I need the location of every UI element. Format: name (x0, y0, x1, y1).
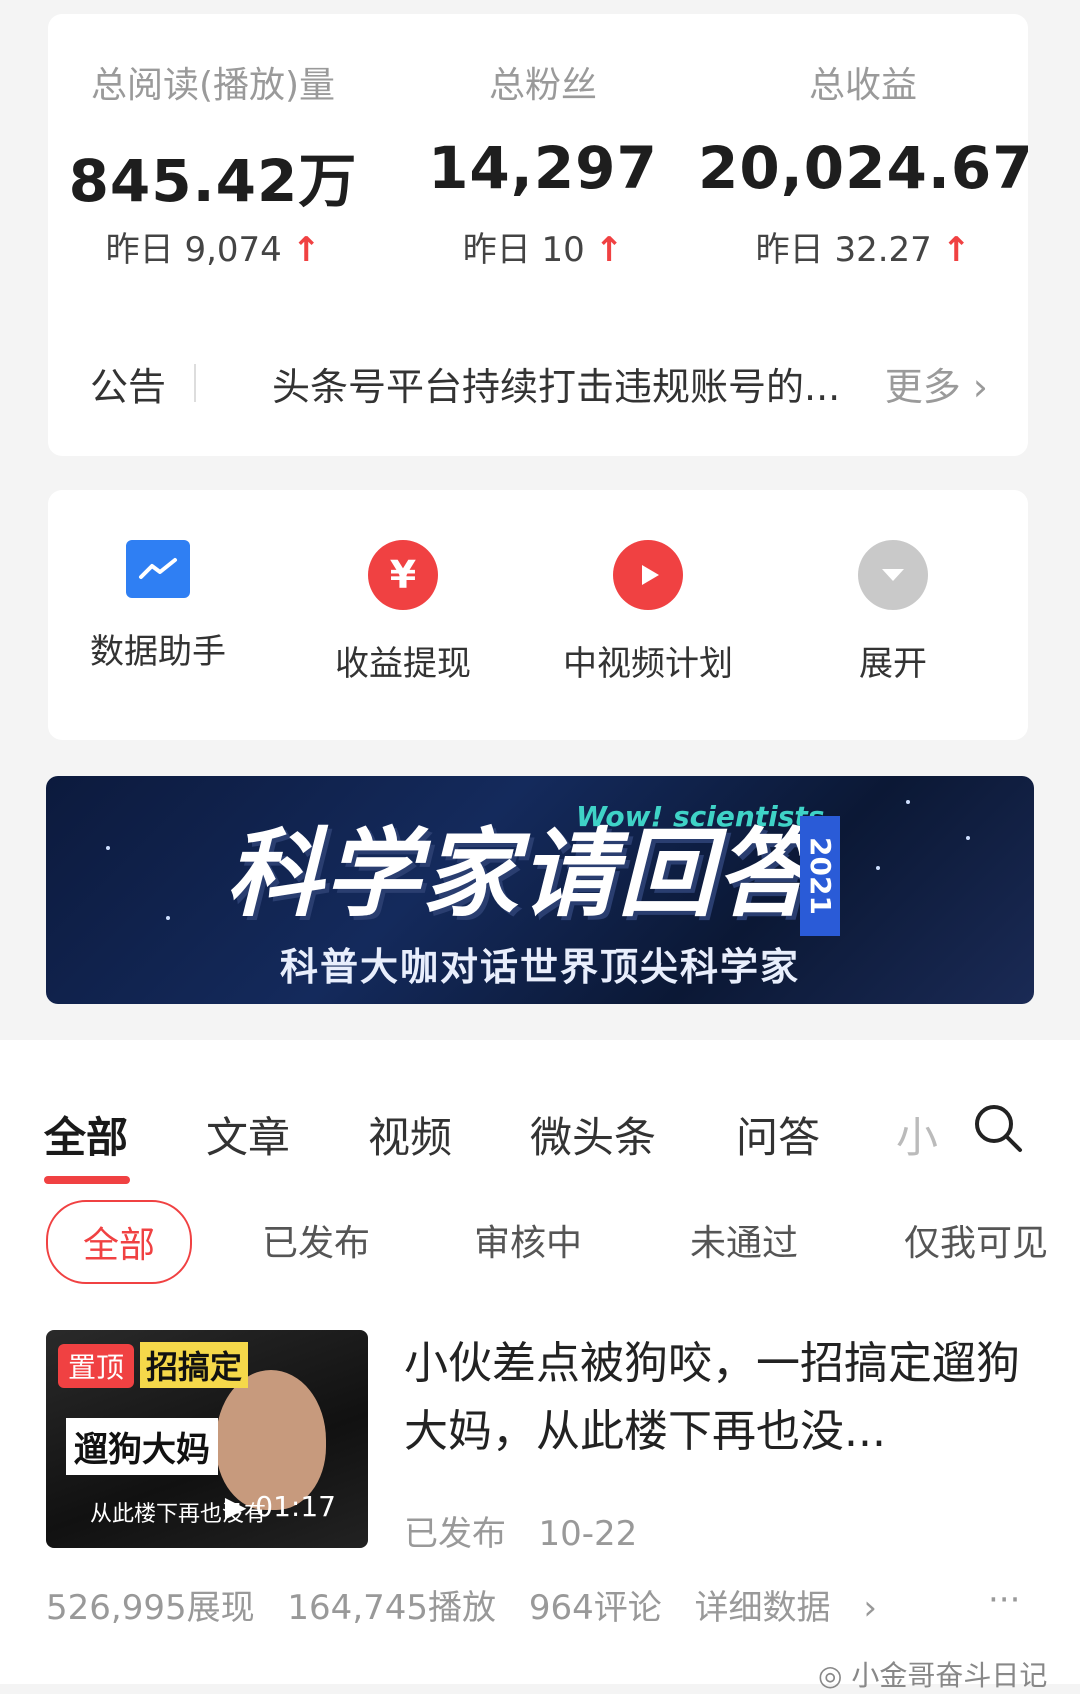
tools-card: 数据助手 ¥ 收益提现 中视频计划 展开 (48, 490, 1028, 740)
stat-yesterday: 昨日 10 ↑ (462, 230, 624, 270)
notice-text[interactable]: 头条号平台持续打击违规账号的... (272, 356, 840, 411)
star-decoration (106, 846, 110, 850)
yuan-icon: ¥ (368, 540, 438, 610)
status-filter-chips: 全部 已发布 审核中 未通过 仅我可见 (0, 1200, 1080, 1284)
more-options-icon[interactable]: ··· (988, 1580, 1020, 1620)
search-icon[interactable] (972, 1102, 1024, 1154)
tab-articles[interactable]: 文章 (206, 1104, 290, 1165)
notice-divider (194, 364, 196, 402)
notice-more-link[interactable]: 更多 › (885, 356, 988, 411)
play-icon: ▶ (224, 1490, 247, 1523)
filter-all[interactable]: 全部 (46, 1200, 192, 1284)
tab-videos[interactable]: 视频 (368, 1104, 452, 1165)
tool-label: 展开 (859, 644, 927, 684)
post-item[interactable]: 招搞定 置顶 遛狗大妈 从此楼下再也没有 ▶ 01:17 小伙差点被狗咬，一招搞… (0, 1330, 1080, 1692)
stat-yesterday: 昨日 9,074 ↑ (105, 230, 321, 270)
thumbnail-caption-top: 招搞定 (140, 1342, 249, 1388)
post-plays: 164,745播放 (287, 1588, 497, 1628)
tool-label: 数据助手 (90, 632, 226, 672)
notice-label: 公告 (90, 365, 167, 409)
data-chart-icon (126, 540, 190, 598)
content-type-tabs: 全部 文章 视频 微头条 问答 小 (0, 1070, 1080, 1184)
stat-value: 845.42万 (68, 147, 358, 215)
chevron-right-icon: › (972, 365, 988, 409)
tool-data-assistant[interactable]: 数据助手 (48, 540, 268, 673)
post-title[interactable]: 小伙差点被狗咬，一招搞定遛狗大妈，从此楼下再也没... (404, 1330, 1044, 1466)
tab-all[interactable]: 全部 (44, 1104, 128, 1165)
tool-mid-video-plan[interactable]: 中视频计划 (538, 540, 758, 685)
chevron-right-icon: › (863, 1588, 877, 1628)
stat-value: 20,024.67 (698, 134, 1034, 202)
banner-tagline: Wow! scientists (576, 800, 825, 833)
star-decoration (876, 866, 880, 870)
filter-published[interactable]: 已发布 (228, 1200, 404, 1280)
up-arrow-icon: ↑ (291, 230, 321, 270)
post-date: 10-22 (538, 1514, 638, 1554)
content-list-section: 全部 文章 视频 微头条 问答 小 全部 已发布 审核中 未通过 仅我可见 招搞… (0, 1040, 1080, 1692)
banner-year: 2021 (800, 816, 840, 936)
expand-chevron-icon (858, 540, 928, 610)
post-comments: 964评论 (528, 1588, 662, 1628)
stat-label: 总阅读(播放)量 (90, 65, 336, 106)
post-impressions: 526,995展现 (46, 1588, 255, 1628)
tool-income-withdraw[interactable]: ¥ 收益提现 (293, 540, 513, 685)
stat-value: 14,297 (428, 134, 658, 202)
tool-label: 中视频计划 (563, 644, 733, 684)
up-arrow-icon: ↑ (594, 230, 624, 270)
promo-banner[interactable]: 科学家请回答 Wow! scientists 2021 科普大咖对话世界顶尖科学… (46, 776, 1034, 1004)
tab-micro-posts[interactable]: 微头条 (530, 1104, 656, 1165)
stat-yesterday: 昨日 32.27 ↑ (755, 230, 971, 270)
post-status: 已发布 10-22 (404, 1514, 638, 1554)
filter-private[interactable]: 仅我可见 (876, 1200, 1076, 1280)
play-icon (613, 540, 683, 610)
tab-more-partial[interactable]: 小 (896, 1104, 938, 1165)
wechat-icon: ◎ (818, 1659, 843, 1692)
video-duration: ▶ 01:17 (224, 1490, 336, 1523)
up-arrow-icon: ↑ (941, 230, 971, 270)
tab-qa[interactable]: 问答 (736, 1104, 820, 1165)
tool-label: 收益提现 (335, 644, 471, 684)
active-tab-indicator (44, 1176, 130, 1184)
filter-reviewing[interactable]: 审核中 (440, 1200, 616, 1280)
stat-label: 总粉丝 (488, 65, 597, 106)
star-decoration (966, 836, 970, 840)
star-decoration (166, 916, 170, 920)
post-details-link[interactable]: 详细数据 › (695, 1588, 899, 1628)
post-thumbnail[interactable]: 招搞定 置顶 遛狗大妈 从此楼下再也没有 ▶ 01:17 (46, 1330, 368, 1548)
account-stats-card: 总阅读(播放)量 845.42万 昨日 9,074 ↑ 总粉丝 14,297 昨日… (48, 14, 1034, 456)
watermark: ◎ 小金哥奋斗日记 (818, 1659, 1048, 1692)
filter-rejected[interactable]: 未通过 (656, 1200, 832, 1280)
stat-label: 总收益 (808, 65, 917, 106)
thumbnail-caption-main: 遛狗大妈 (66, 1418, 218, 1475)
tool-expand[interactable]: 展开 (783, 540, 1003, 685)
thumbnail-person (216, 1370, 326, 1510)
pinned-badge: 置顶 (58, 1344, 135, 1388)
notice-bar[interactable]: 公告 头条号平台持续打击违规账号的... 更多 › (90, 352, 988, 412)
banner-subtitle: 科普大咖对话世界顶尖科学家 (279, 945, 800, 989)
post-stats: 526,995展现 164,745播放 964评论 详细数据 › (46, 1580, 921, 1629)
star-decoration (906, 800, 910, 804)
